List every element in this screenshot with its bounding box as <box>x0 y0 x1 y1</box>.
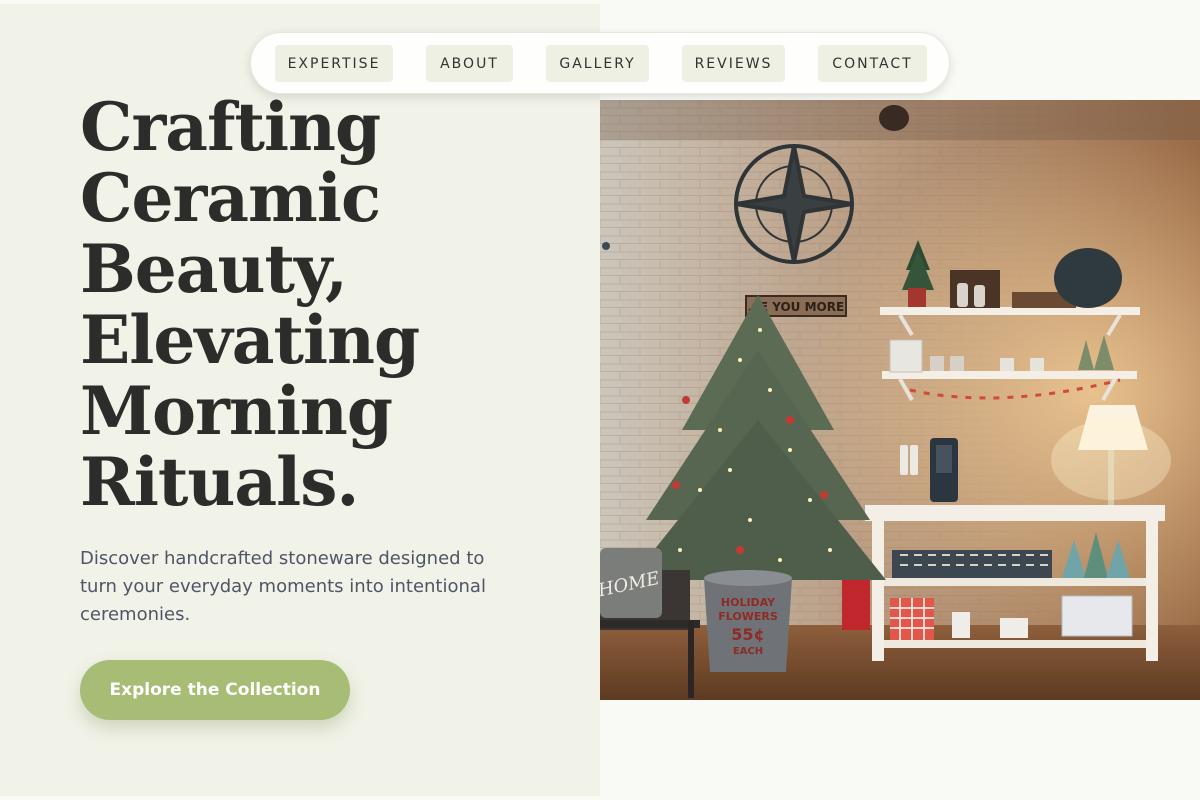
nav-link-contact[interactable]: CONTACT <box>818 45 927 82</box>
bucket-text-line: EACH <box>733 646 763 657</box>
bucket-text-line: FLOWERS <box>718 610 778 623</box>
nav-link-about[interactable]: ABOUT <box>426 45 513 82</box>
nav-link-gallery[interactable]: GALLERY <box>546 45 649 82</box>
bucket-text-line: 55¢ <box>731 625 764 644</box>
hero-subtext: Discover handcrafted stoneware designed … <box>80 548 486 625</box>
coffee-bar-scene: …E YOU MORE HOLIDAY FLOWERS 55¢ EACH HOM… <box>600 100 1200 700</box>
ceiling-lamp <box>879 105 909 131</box>
nav-link-expertise[interactable]: EXPERTISE <box>275 45 393 82</box>
page: Crafting Ceramic Beauty, Elevating Morni… <box>0 0 1200 800</box>
red-bucket <box>842 580 870 630</box>
headline-line: Crafting <box>80 88 381 166</box>
nav-link-reviews[interactable]: REVIEWS <box>682 45 785 82</box>
headline-line: Beauty, <box>80 230 348 308</box>
compass-wall-decor <box>734 144 854 264</box>
hero-left-panel: Crafting Ceramic Beauty, Elevating Morni… <box>0 4 600 796</box>
headline-line: Morning <box>80 372 393 450</box>
headline-line: Elevating <box>80 301 420 379</box>
hero-headline: Crafting Ceramic Beauty, Elevating Morni… <box>80 92 580 518</box>
main-nav: EXPERTISE ABOUT GALLERY REVIEWS CONTACT <box>250 32 950 94</box>
bucket-text-line: HOLIDAY <box>721 596 776 609</box>
holiday-flowers-bucket: HOLIDAY FLOWERS 55¢ EACH <box>704 570 792 672</box>
headline-line: Ceramic <box>80 159 381 237</box>
hero-photo: …E YOU MORE HOLIDAY FLOWERS 55¢ EACH HOM… <box>600 100 1200 700</box>
headline-line: Rituals. <box>80 443 359 521</box>
explore-collection-button[interactable]: Explore the Collection <box>80 660 350 720</box>
